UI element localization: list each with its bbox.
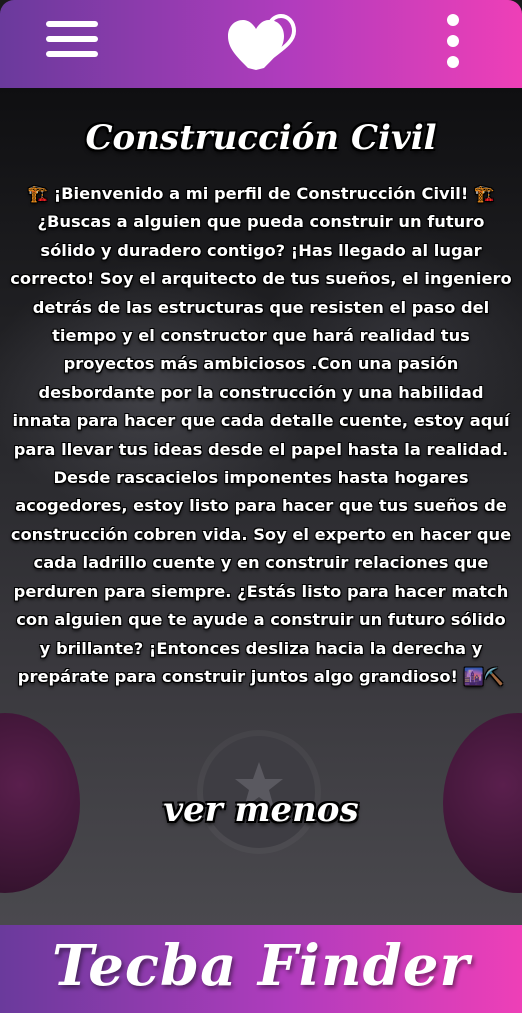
bio-line: y brillante? ¡Entonces desliza hacia la …	[39, 638, 483, 658]
bio-line: acogedores, estoy listo para hacer que t…	[15, 496, 507, 516]
bio-line: perduren para siempre. ¿Estás listo para…	[13, 581, 509, 601]
bio-line: prepárate para construir juntos algo gra…	[3, 663, 519, 691]
bio-line: ¿Buscas a alguien que pueda construir un…	[37, 212, 485, 232]
cityscape-icon: 🌆	[463, 666, 484, 686]
see-less-toggle[interactable]: ver menos	[0, 790, 522, 830]
profile-card: Construcción Civil 🏗️ ¡Bienvenido a mi p…	[0, 88, 522, 925]
crane-icon: 🏗️	[473, 184, 495, 203]
bottom-brand-bar: Tecba Finder	[0, 925, 522, 1013]
top-app-bar	[0, 0, 522, 88]
bio-line: para llevar tus ideas desde el papel has…	[13, 439, 509, 459]
profile-bio: 🏗️ ¡Bienvenido a mi perfil de Construcci…	[3, 180, 519, 691]
bio-line: detrás de las estructuras que resisten e…	[32, 297, 490, 317]
bio-line: desbordante por la construcción y una ha…	[38, 382, 484, 402]
bio-line: proyectos más ambiciosos .Con una pasión	[63, 354, 459, 374]
brand-name: Tecba Finder	[52, 933, 470, 999]
bio-line: innata para hacer que cada detalle cuent…	[12, 411, 510, 431]
bio-line: sólido y duradero contigo? ¡Has llegado …	[40, 240, 482, 260]
bio-line: Desde rascacielos imponentes hasta hogar…	[53, 468, 469, 488]
crane-icon: 🏗️	[27, 184, 49, 203]
bio-line: tiempo y el constructor que hará realida…	[52, 326, 470, 346]
profile-title: Construcción Civil	[85, 118, 437, 158]
pick-icon: ⛏️	[483, 666, 505, 686]
bio-line: con alguien que te ayude a construir un …	[16, 610, 506, 630]
bio-line: 🏗️ ¡Bienvenido a mi perfil de Construcci…	[3, 180, 519, 208]
hamburger-menu-icon[interactable]	[46, 21, 98, 65]
bio-line: cada ladrillo cuente y en construir rela…	[33, 553, 489, 573]
bio-line: correcto! Soy el arquitecto de tus sueño…	[10, 269, 512, 289]
bio-line: construcción cobren vida. Soy el experto…	[10, 524, 512, 544]
vertical-dots-icon[interactable]	[444, 14, 462, 74]
double-heart-logo-icon	[228, 13, 296, 70]
